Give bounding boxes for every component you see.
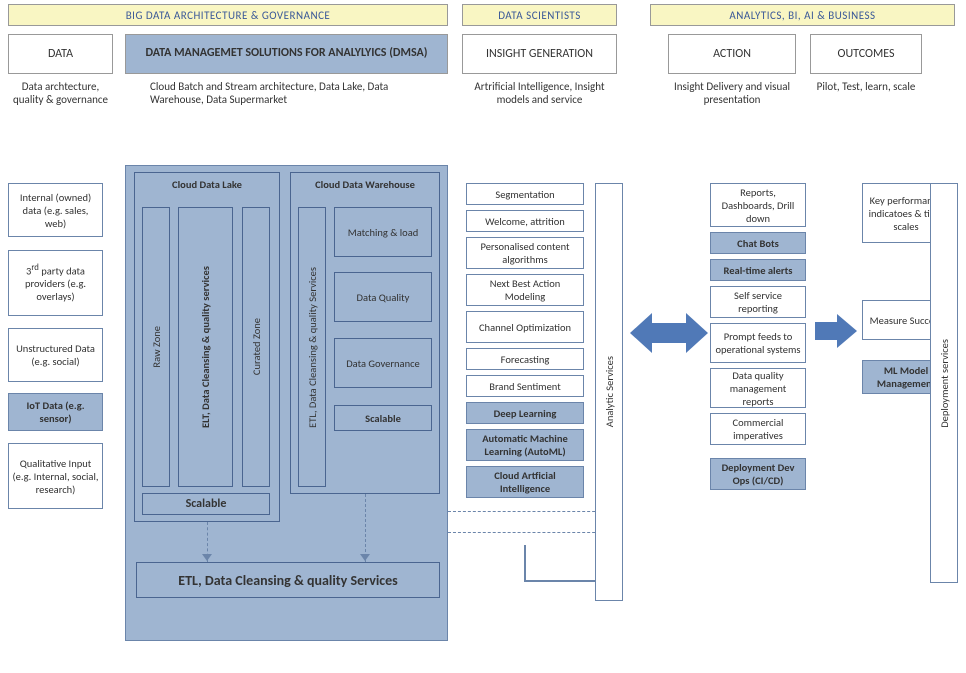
datalake-elt: ELT, Data Cleansing & quality services — [178, 207, 233, 487]
warehouse-quality: Data Quality — [334, 272, 432, 322]
data-internal: Internal (owned) data (e.g. sales, web) — [8, 183, 103, 237]
data-unstructured: Unstructured Data (e.g. social) — [8, 328, 103, 382]
warehouse-etl: ETL, Data Cleansing & quality Services — [298, 207, 326, 487]
dash-warehouse-etl — [365, 494, 366, 562]
warehouse-matching: Matching & load — [334, 207, 432, 257]
band-data-scientists: DATA SCIENTISTS — [462, 4, 617, 26]
subtitle-insight: Artrificial Intelligence, Insight models… — [462, 80, 617, 106]
dash-insight-1 — [448, 511, 615, 512]
datalake-curated: Curated Zone — [242, 207, 270, 487]
double-arrow-icon — [630, 305, 708, 361]
arrow-datalake-etl — [202, 554, 212, 561]
data-third-party: 3rd party data providers (e.g. overlays) — [8, 250, 103, 316]
forward-arrow-icon — [815, 310, 857, 352]
header-dmsa: DATA MANAGEMET SOLUTIONS FOR ANALYLYICS … — [125, 34, 448, 74]
datalake-scalable: Scalable — [142, 493, 270, 515]
insight-welcome: Welcome, attrition — [466, 210, 584, 232]
action-devops: Deployment Dev Ops (CI/CD) — [710, 458, 806, 490]
subtitle-outcomes: Pilot, Test, learn, scale — [810, 80, 922, 93]
data-iot: IoT Data (e.g. sensor) — [8, 393, 103, 431]
insight-automl: Automatic Machine Learning (AutoML) — [466, 429, 584, 461]
etl-bar: ETL, Data Cleansing & quality Services — [136, 562, 440, 598]
dash-insight-2 — [448, 532, 615, 533]
data-qualitative: Qualitative Input (e.g. Internal, social… — [8, 443, 103, 509]
action-dataquality: Data quality management reports — [710, 368, 806, 408]
analytic-services: Analytic Services — [595, 183, 623, 601]
insight-nba: Next Best Action Modeling — [466, 274, 584, 306]
insight-deeplearning: Deep Learning — [466, 402, 584, 424]
datalake-title: Cloud Data Lake — [172, 178, 242, 191]
action-reports: Reports, Dashboards, Drill down — [710, 183, 806, 227]
action-prompt: Prompt feeds to operational systems — [710, 323, 806, 363]
band-big-data: BIG DATA ARCHITECTURE & GOVERNANCE — [8, 4, 448, 26]
header-outcomes: OUTCOMES — [810, 34, 922, 74]
warehouse-title: Cloud Data Warehouse — [315, 178, 415, 191]
action-realtime: Real-time alerts — [710, 259, 806, 281]
arrow-warehouse-etl — [360, 554, 370, 561]
subtitle-data: Data archtecture, quality & governance — [8, 80, 113, 106]
header-insight: INSIGHT GENERATION — [462, 34, 617, 74]
insight-sentiment: Brand Sentiment — [466, 375, 584, 397]
insight-forecasting: Forecasting — [466, 348, 584, 370]
header-action: ACTION — [668, 34, 796, 74]
deployment-services: Deployment services — [930, 183, 958, 583]
insight-cloudai: Cloud Artficial Intelligence — [466, 466, 584, 498]
insight-segmentation: Segmentation — [466, 183, 584, 205]
action-chatbots: Chat Bots — [710, 232, 806, 254]
warehouse-governance: Data Governance — [334, 338, 432, 388]
solid-ai-down — [524, 545, 526, 580]
datalake-raw: Raw Zone — [142, 207, 170, 487]
warehouse-scalable: Scalable — [334, 405, 432, 431]
insight-personalised: Personalised content algorithms — [466, 237, 584, 269]
action-selfservice: Self service reporting — [710, 286, 806, 318]
header-data: DATA — [8, 34, 113, 74]
insight-channel: Channel Optimization — [466, 311, 584, 343]
band-analytics: ANALYTICS, BI, AI & BUSINESS — [650, 4, 955, 26]
subtitle-dmsa: Cloud Batch and Stream architecture, Dat… — [150, 80, 425, 106]
subtitle-action: Insight Delivery and visual presentation — [668, 80, 796, 106]
action-commercial: Commercial imperatives — [710, 413, 806, 445]
